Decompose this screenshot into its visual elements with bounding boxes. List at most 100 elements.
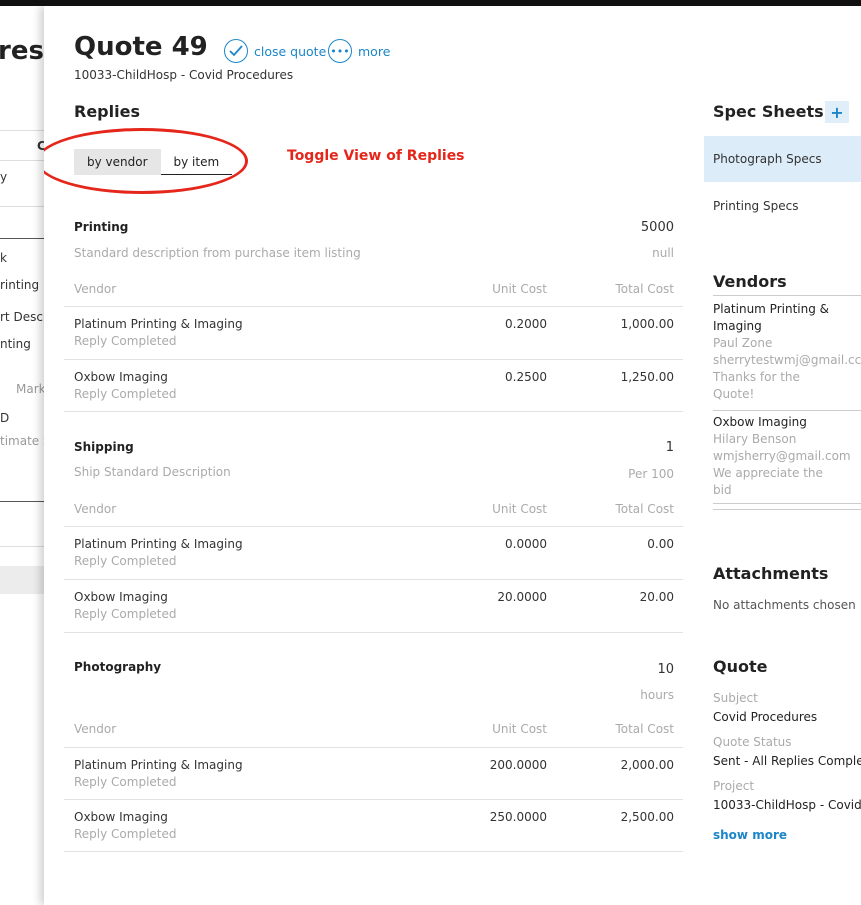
close-quote-label: close quote	[254, 43, 327, 59]
vendor-card-email: wmjsherry@gmail.com	[713, 449, 851, 463]
item-description: Ship Standard Description	[74, 465, 231, 479]
background-divider	[0, 160, 44, 161]
background-divider	[0, 238, 44, 239]
unit-cost: 0.2500	[505, 370, 547, 384]
row-divider	[64, 799, 683, 800]
item-quantity: 1	[665, 440, 674, 455]
background-text: timate S	[0, 434, 44, 448]
background-text: rinting	[0, 278, 40, 292]
toggle-by-item[interactable]: by item	[160, 149, 233, 175]
vendors-heading: Vendors	[713, 272, 787, 291]
vendor-name[interactable]: Platinum Printing & Imaging	[74, 758, 243, 772]
column-vendor: Vendor	[74, 502, 117, 516]
item-block-printing: Printing 5000 Standard description from …	[64, 220, 683, 420]
show-more-link[interactable]: show more	[713, 828, 787, 842]
total-cost: 2,000.00	[620, 758, 674, 772]
page-title: Quote 49	[74, 32, 208, 62]
row-divider	[64, 411, 683, 412]
column-vendor: Vendor	[74, 722, 117, 736]
vendor-card-email: sherrytestwmj@gmail.cc	[713, 353, 861, 367]
background-page: res C y k rinting rt Descr nting Mark D …	[0, 6, 44, 905]
more-button[interactable]: ••• more	[328, 39, 390, 63]
total-cost: 2,500.00	[620, 810, 674, 824]
divider	[713, 509, 861, 510]
item-unit: null	[652, 246, 674, 260]
vendor-name[interactable]: Platinum Printing & Imaging	[74, 537, 243, 551]
ellipsis-circle-icon: •••	[328, 39, 352, 63]
page-subtitle: 10033-ChildHosp - Covid Procedures	[74, 68, 294, 82]
replies-heading: Replies	[74, 102, 140, 121]
row-divider	[64, 747, 683, 748]
unit-cost: 0.0000	[505, 537, 547, 551]
vendor-card[interactable]: Oxbow Imaging Hilary Benson wmjsherry@gm…	[713, 414, 861, 499]
item-quantity: 10	[657, 662, 674, 677]
vendor-card-message: Thanks for the Quote!	[713, 370, 800, 401]
background-text: k	[0, 251, 7, 265]
column-unit-cost: Unit Cost	[492, 282, 547, 296]
vendor-card-name: Platinum Printing & Imaging	[713, 302, 830, 333]
background-divider	[0, 546, 44, 547]
background-text: y	[0, 170, 8, 184]
subject-value: Covid Procedures	[713, 710, 818, 724]
check-circle-icon	[224, 39, 248, 63]
vendor-card-name: Oxbow Imaging	[713, 415, 807, 429]
item-quantity: 5000	[640, 220, 674, 235]
vendor-name[interactable]: Oxbow Imaging	[74, 590, 168, 604]
row-divider	[64, 306, 683, 307]
row-divider	[64, 359, 683, 360]
item-name: Printing	[74, 220, 129, 234]
item-unit: Per 100	[628, 467, 674, 481]
row-divider	[64, 851, 683, 852]
attachments-empty-text: No attachments chosen	[713, 598, 856, 612]
add-spec-sheet-button[interactable]: +	[825, 101, 849, 123]
column-unit-cost: Unit Cost	[492, 722, 547, 736]
quote-panel: Quote 49 10033-ChildHosp - Covid Procedu…	[44, 6, 861, 905]
vendor-card-contact: Paul Zone	[713, 336, 773, 350]
item-unit: hours	[640, 688, 674, 702]
reply-status: Reply Completed	[74, 607, 177, 621]
background-divider	[0, 206, 44, 207]
column-total-cost: Total Cost	[615, 502, 674, 516]
total-cost: 1,000.00	[620, 317, 674, 331]
vendor-card[interactable]: Platinum Printing & Imaging Paul Zone sh…	[713, 301, 861, 403]
vendor-card-message: We appreciate the bid	[713, 466, 823, 497]
close-quote-button[interactable]: close quote	[224, 39, 326, 63]
row-divider	[64, 579, 683, 580]
background-page-title: res	[0, 36, 44, 66]
reply-status: Reply Completed	[74, 334, 177, 348]
annotation-label: Toggle View of Replies	[287, 148, 465, 164]
column-vendor: Vendor	[74, 282, 117, 296]
more-label: more	[358, 43, 391, 59]
unit-cost: 20.0000	[497, 590, 547, 604]
quote-status-label: Quote Status	[713, 735, 792, 749]
item-description: Standard description from purchase item …	[74, 246, 361, 260]
attachments-heading: Attachments	[713, 564, 829, 583]
background-divider	[0, 130, 44, 131]
subject-label: Subject	[713, 691, 758, 705]
quote-status-value: Sent - All Replies Complete	[713, 754, 861, 768]
vendor-name[interactable]: Oxbow Imaging	[74, 370, 168, 384]
unit-cost: 250.0000	[489, 810, 547, 824]
reply-status: Reply Completed	[74, 775, 177, 789]
total-cost: 0.00	[647, 537, 674, 551]
project-label: Project	[713, 779, 755, 793]
item-name: Shipping	[74, 440, 134, 454]
unit-cost: 200.0000	[489, 758, 547, 772]
row-divider	[64, 526, 683, 527]
item-block-photography: Photography 10 hours Vendor Unit Cost To…	[64, 660, 683, 860]
vendor-card-contact: Hilary Benson	[713, 432, 797, 446]
spec-sheet-item[interactable]: Photograph Specs	[704, 136, 861, 182]
background-column-header: C	[37, 139, 44, 153]
background-divider	[0, 501, 44, 502]
background-band	[0, 566, 44, 594]
item-name: Photography	[74, 660, 162, 674]
quote-heading: Quote	[713, 657, 768, 676]
vendor-name[interactable]: Platinum Printing & Imaging	[74, 317, 243, 331]
column-total-cost: Total Cost	[615, 722, 674, 736]
divider	[713, 503, 861, 504]
background-text: D	[0, 411, 10, 425]
toggle-by-vendor[interactable]: by vendor	[74, 149, 161, 175]
vendor-name[interactable]: Oxbow Imaging	[74, 810, 168, 824]
spec-sheet-item[interactable]: Printing Specs	[704, 183, 861, 229]
column-unit-cost: Unit Cost	[492, 502, 547, 516]
